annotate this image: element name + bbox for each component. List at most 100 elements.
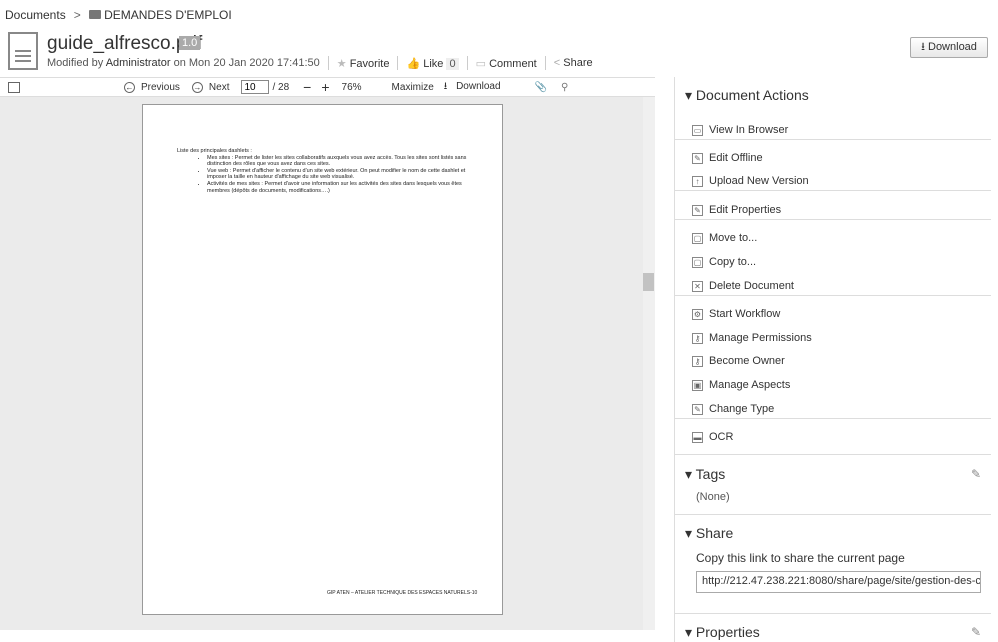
ocr-icon: ▬	[692, 431, 703, 443]
share-link-input[interactable]: http://212.47.238.221:8080/share/page/si…	[696, 571, 981, 593]
action-manage-aspects[interactable]: ▣ Manage Aspects	[692, 379, 790, 391]
comment-icon: ▭	[475, 57, 486, 70]
pdf-bullet: Activités de mes sites : Permet d'avoir …	[207, 181, 472, 194]
action-change-type[interactable]: ✎ Change Type	[692, 403, 774, 415]
download-button[interactable]: ⭳ Download	[910, 37, 988, 58]
workflow-icon: ⚙	[692, 308, 703, 320]
action-become-owner[interactable]: ⚷ Become Owner	[692, 355, 785, 367]
zoom-level[interactable]: 76%	[342, 82, 362, 93]
pdf-download-label: Download	[456, 80, 501, 92]
action-label: View In Browser	[709, 124, 789, 136]
pencil-icon: ✎	[692, 403, 703, 415]
favorite-label: Favorite	[349, 57, 390, 70]
version-badge: 1.0	[179, 36, 201, 50]
action-delete-document[interactable]: ✕ Delete Document	[692, 280, 794, 292]
favorite-button[interactable]: ★ Favorite	[337, 57, 390, 70]
sidebar-toggle-icon[interactable]	[8, 81, 20, 93]
pdf-heading: Liste des principales dashlets :	[177, 148, 252, 154]
browser-icon: ▭	[692, 124, 703, 136]
action-manage-permissions[interactable]: ⚷ Manage Permissions	[692, 332, 812, 344]
like-label: Like	[423, 57, 444, 70]
tags-value: (None)	[696, 491, 730, 503]
pencil-icon: ✎	[692, 152, 703, 164]
zoom-out-icon[interactable]: −	[303, 79, 311, 95]
breadcrumb: Documents > DEMANDES D'EMPLOI	[5, 8, 232, 22]
maximize-button[interactable]: Maximize	[392, 82, 434, 93]
action-view-in-browser[interactable]: ▭ View In Browser	[692, 124, 788, 136]
divider	[675, 219, 991, 220]
action-start-workflow[interactable]: ⚙ Start Workflow	[692, 308, 780, 320]
comment-label: Comment	[489, 57, 537, 70]
thumb-up-icon: 👍	[406, 57, 421, 70]
action-upload-new-version[interactable]: ↑ Upload New Version	[692, 175, 809, 187]
action-edit-offline[interactable]: ✎ Edit Offline	[692, 152, 763, 164]
share-title: Share	[695, 525, 734, 541]
tags-title: Tags	[695, 466, 726, 482]
document-actions-header[interactable]: ▾ Document Actions	[685, 87, 809, 104]
action-label: Edit Properties	[709, 204, 782, 216]
share-label: Share	[563, 57, 593, 69]
pdf-bullet: Vue web : Permet d'afficher le contenu d…	[207, 168, 472, 181]
breadcrumb-folder[interactable]: DEMANDES D'EMPLOI	[104, 8, 232, 22]
action-copy-to[interactable]: ▢ Copy to...	[692, 256, 756, 268]
pdf-bullet: Mes sites : Permet de lister les sites c…	[207, 155, 472, 168]
pdf-footer: GIP ATEN – ATELIER TECHNIQUE DES ESPACES…	[327, 590, 478, 596]
move-icon: ▢	[692, 232, 703, 244]
scrollbar-thumb[interactable]	[643, 273, 654, 291]
breadcrumb-documents[interactable]: Documents	[5, 8, 66, 22]
aspects-icon: ▣	[692, 379, 703, 391]
action-edit-properties[interactable]: ✎ Edit Properties	[692, 204, 781, 216]
divider	[675, 295, 991, 296]
previous-button[interactable]: ← Previous	[124, 81, 186, 93]
folder-icon	[88, 10, 101, 19]
edit-properties-icon[interactable]: ✎	[971, 625, 981, 639]
attachment-icon[interactable]: 📎	[535, 82, 547, 93]
modified-prefix: Modified by	[47, 57, 104, 69]
side-panel: ▾ Document Actions ▭ View In Browser ✎ Edit…	[674, 77, 991, 642]
action-label: Move to...	[709, 232, 758, 244]
share-button[interactable]: < Share	[554, 57, 593, 69]
tags-header[interactable]: ▾ Tags	[685, 466, 725, 483]
download-icon: ⭳	[443, 80, 448, 92]
modified-date: on Mon 20 Jan 2020 17:41:50	[173, 57, 320, 69]
breadcrumb-separator: >	[73, 8, 81, 22]
star-icon: ★	[336, 57, 347, 70]
like-count: 0	[446, 57, 459, 70]
download-icon: ⭳	[921, 41, 925, 53]
next-button[interactable]: → Next	[191, 81, 236, 93]
key-icon: ⚷	[692, 332, 703, 344]
action-ocr[interactable]: ▬ OCR	[692, 431, 733, 443]
share-icon: <	[553, 57, 561, 69]
action-label: Upload New Version	[709, 175, 809, 187]
zoom-in-icon[interactable]: +	[321, 79, 329, 95]
properties-header[interactable]: ▾ Properties	[685, 624, 760, 641]
action-label: Edit Offline	[709, 152, 763, 164]
pdf-page: Liste des principales dashlets : Mes sit…	[142, 104, 503, 615]
pdf-download-button[interactable]: ⭳ Download	[444, 79, 507, 96]
viewer-scrollbar[interactable]	[643, 97, 655, 630]
page-number-input[interactable]	[241, 80, 270, 94]
page-total: / 28	[272, 81, 290, 93]
modified-user[interactable]: Administrator	[106, 57, 171, 69]
share-header[interactable]: ▾ Share	[685, 525, 733, 542]
key-icon: ⚷	[692, 355, 703, 367]
search-icon[interactable]: ⚲	[561, 82, 568, 93]
action-label: Manage Permissions	[709, 332, 812, 344]
action-label: Delete Document	[709, 280, 794, 292]
document-actions-title: Document Actions	[695, 87, 809, 103]
action-move-to[interactable]: ▢ Move to...	[692, 232, 757, 244]
delete-icon: ✕	[692, 280, 703, 292]
like-button[interactable]: 👍 Like 0	[406, 57, 459, 70]
next-label: Next	[208, 81, 230, 93]
action-label: Change Type	[709, 403, 775, 415]
action-label: OCR	[709, 431, 734, 443]
pdf-toolbar: ← Previous → Next / 28 − + 76% Maximize ⭳ …	[0, 77, 655, 97]
edit-tags-icon[interactable]: ✎	[971, 467, 981, 481]
previous-label: Previous	[141, 81, 180, 93]
divider	[675, 139, 991, 140]
copy-icon: ▢	[692, 256, 703, 268]
arrow-left-icon: ←	[124, 81, 135, 93]
comment-button[interactable]: ▭ Comment	[476, 57, 537, 70]
action-label: Start Workflow	[709, 308, 781, 320]
document-meta: Modified by Administrator on Mon 20 Jan …	[47, 56, 593, 70]
